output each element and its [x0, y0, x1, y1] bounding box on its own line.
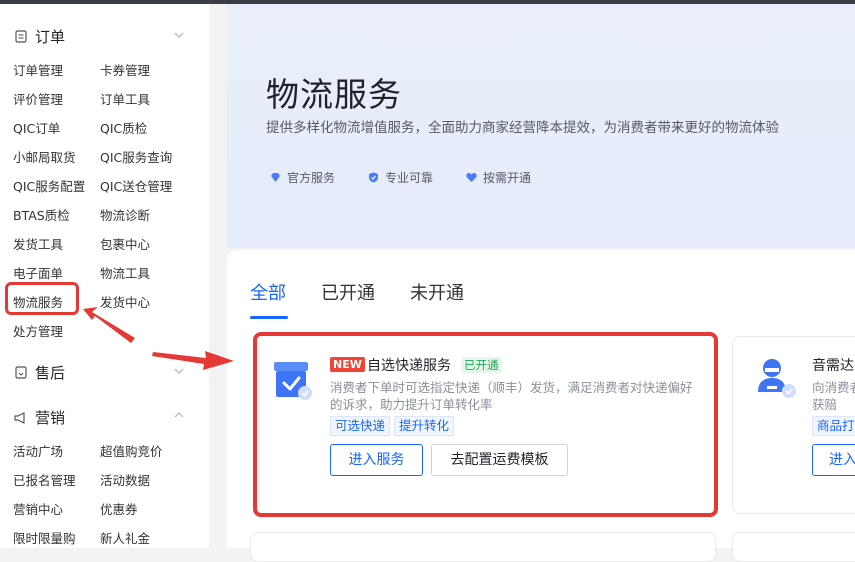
sidebar-item[interactable]: 发货工具 — [13, 234, 63, 253]
page-title: 物流服务 — [266, 75, 402, 114]
megaphone-icon — [14, 411, 27, 424]
enter-service-button[interactable]: 进入 — [812, 444, 855, 476]
tab-opened[interactable]: 已开通 — [321, 279, 375, 305]
sidebar-item[interactable]: 新人礼金 — [100, 528, 150, 547]
sidebar-item[interactable]: 订单管理 — [13, 60, 63, 79]
sidebar-item[interactable]: QIC质检 — [100, 118, 147, 137]
sidebar-item[interactable]: 活动广场 — [13, 441, 63, 460]
sidebar-section-marketing[interactable]: 营销 — [14, 407, 65, 428]
sidebar-item[interactable]: 营销中心 — [13, 499, 63, 518]
chevron-down-icon[interactable] — [174, 367, 184, 377]
service-tag: 商品打 — [812, 416, 855, 436]
sidebar-item[interactable]: 评价管理 — [13, 89, 63, 108]
feature-reliable: 专业可靠 — [368, 169, 433, 186]
highlight-box-logistics-nav — [5, 282, 79, 315]
highlight-box-service-card — [253, 332, 718, 517]
sidebar-item[interactable]: 发货中心 — [100, 292, 150, 311]
chevron-up-icon[interactable] — [174, 411, 184, 421]
sidebar-item[interactable]: BTAS质检 — [13, 205, 70, 224]
person-service-icon — [752, 356, 798, 406]
sidebar-item[interactable]: 包裹中心 — [100, 234, 150, 253]
feature-official: 官方服务 — [270, 169, 335, 186]
section-title: 营销 — [35, 409, 66, 427]
section-title: 订单 — [35, 28, 66, 46]
sidebar-item[interactable]: QIC服务查询 — [100, 147, 172, 166]
sidebar-item[interactable]: 处方管理 — [13, 321, 63, 340]
service-card-partial[interactable] — [250, 532, 716, 562]
chevron-down-icon[interactable] — [174, 31, 184, 41]
service-title: 音需达 — [812, 358, 854, 374]
tab-active-indicator — [250, 316, 288, 319]
sidebar-item[interactable]: 小邮局取货 — [13, 147, 76, 166]
tab-not-opened[interactable]: 未开通 — [410, 279, 464, 305]
sidebar-item[interactable]: 已报名管理 — [13, 470, 76, 489]
sidebar-section-aftersale[interactable]: 售后 — [14, 362, 65, 383]
service-card-partial[interactable] — [732, 532, 855, 562]
sidebar-item[interactable]: 超值购竞价 — [100, 441, 163, 460]
section-title: 售后 — [35, 364, 66, 382]
service-description: 向消费者 获赔 — [812, 380, 855, 412]
sidebar-item[interactable]: 电子面单 — [13, 263, 63, 282]
sidebar-item[interactable]: 限时限量购 — [13, 528, 76, 547]
shield-icon — [368, 172, 379, 183]
sidebar-section-orders[interactable]: 订单 — [14, 26, 65, 47]
page-description: 提供多样化物流增值服务，全面助力商家经营降本提效，为消费者带来更好的物流体验 — [266, 120, 779, 136]
sidebar-item[interactable]: 优惠券 — [100, 499, 138, 518]
feature-on-demand: 按需开通 — [466, 169, 531, 186]
sidebar-item[interactable]: QIC服务配置 — [13, 176, 85, 195]
sidebar-item[interactable]: QIC送仓管理 — [100, 176, 172, 195]
document-icon — [14, 30, 27, 43]
heart-icon — [466, 172, 477, 183]
sidebar-item[interactable]: 卡券管理 — [100, 60, 150, 79]
sidebar-item[interactable]: 物流诊断 — [100, 205, 150, 224]
tab-all[interactable]: 全部 — [250, 279, 286, 305]
sidebar-item[interactable]: 订单工具 — [100, 89, 150, 108]
sidebar-item[interactable]: QIC订单 — [13, 118, 60, 137]
return-icon — [14, 366, 27, 379]
sidebar-item[interactable]: 物流工具 — [100, 263, 150, 282]
diamond-icon — [270, 172, 281, 183]
sidebar-item[interactable]: 活动数据 — [100, 470, 150, 489]
